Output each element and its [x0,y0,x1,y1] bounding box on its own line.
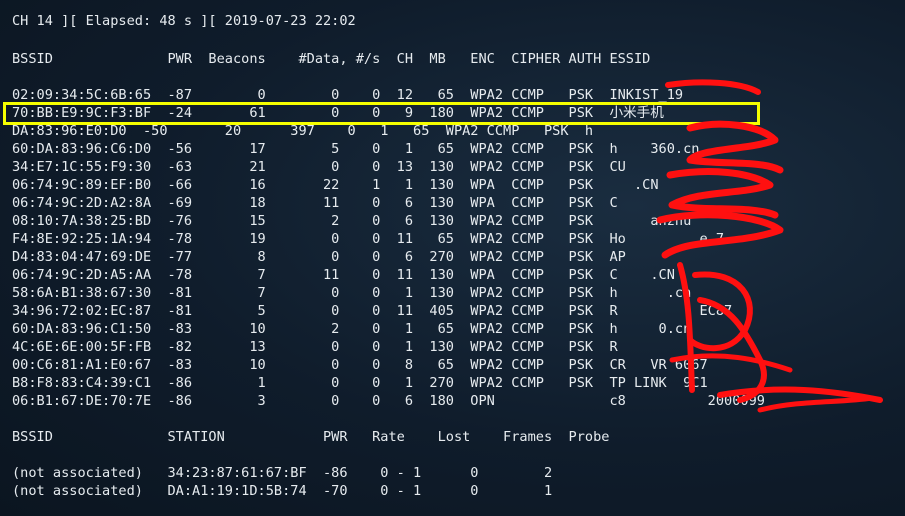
ap-row: 00:C6:81:A1:E0:67 -83 10 0 0 8 65 WPA2 C… [12,357,708,373]
ap-row: 60:DA:83:96:C6:D0 -56 17 5 0 1 65 WPA2 C… [12,141,700,157]
terminal-window: CH 14 ][ Elapsed: 48 s ][ 2019-07-23 22:… [0,0,905,516]
ap-row: 4C:6E:6E:00:5F:FB -82 13 0 0 1 130 WPA2 … [12,339,618,355]
station-table-header: BSSID STATION PWR Rate Lost Frames Probe [12,429,610,445]
ap-row: 08:10:7A:38:25:BD -76 15 2 0 6 130 WPA2 … [12,213,692,229]
ap-row: 60:DA:83:96:C1:50 -83 10 2 0 1 65 WPA2 C… [12,321,692,337]
ap-row: B8:F8:83:C4:39:C1 -86 1 0 0 1 270 WPA2 C… [12,375,708,391]
ap-row: 06:74:9C:2D:A2:8A -69 18 11 0 6 130 WPA … [12,195,618,211]
highlight-box [3,102,760,125]
ap-row: 06:74:9C:2D:A5:AA -78 7 11 0 11 130 WPA … [12,267,675,283]
ap-row: 06:B1:67:DE:70:7E -86 3 0 0 6 180 OPN c8… [12,393,765,409]
ap-row: 58:6A:B1:38:67:30 -81 7 0 0 1 130 WPA2 C… [12,285,692,301]
ap-row: 06:74:9C:89:EF:B0 -66 16 22 1 1 130 WPA … [12,177,659,193]
ap-row: D4:83:04:47:69:DE -77 8 0 0 6 270 WPA2 C… [12,249,626,265]
ap-row: 34:96:72:02:EC:87 -81 5 0 0 11 405 WPA2 … [12,303,733,319]
station-row: (not associated) 34:23:87:61:67:BF -86 0… [12,465,553,481]
ap-row: F4:8E:92:25:1A:94 -78 19 0 0 11 65 WPA2 … [12,231,725,247]
ap-row: 34:E7:1C:55:F9:30 -63 21 0 0 13 130 WPA2… [12,159,626,175]
status-line: CH 14 ][ Elapsed: 48 s ][ 2019-07-23 22:… [12,13,356,29]
ap-table-header: BSSID PWR Beacons #Data, #/s CH MB ENC C… [12,51,651,67]
station-row: (not associated) DA:A1:19:1D:5B:74 -70 0… [12,483,553,499]
